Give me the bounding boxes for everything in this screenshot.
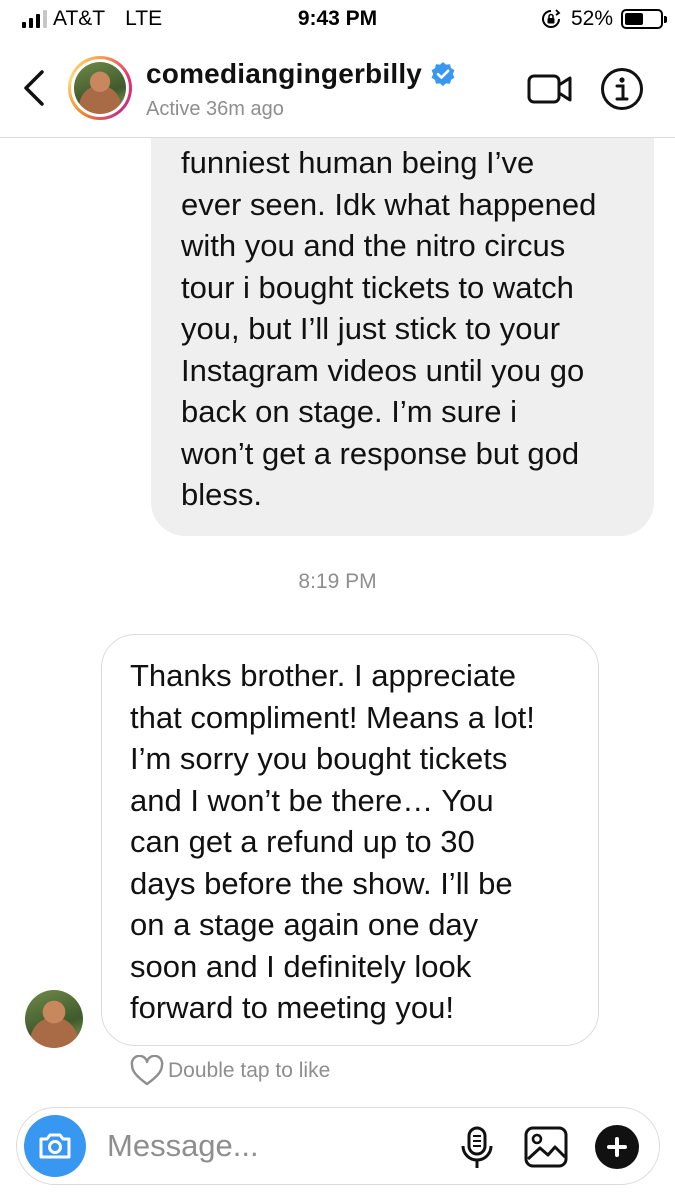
battery-percent: 52% <box>570 7 613 30</box>
username-row[interactable]: comediangingerbilly <box>146 58 456 90</box>
back-chevron-icon[interactable] <box>18 66 52 110</box>
sender-avatar[interactable] <box>25 990 83 1048</box>
status-right: 52% <box>541 7 667 31</box>
chat-header: comediangingerbilly Active 36m ago <box>0 40 675 138</box>
like-hint-label: Double tap to like <box>168 1059 331 1082</box>
message-input[interactable] <box>107 1126 437 1166</box>
profile-avatar[interactable] <box>68 56 132 120</box>
like-hint[interactable]: Double tap to like <box>130 1055 330 1087</box>
microphone-icon[interactable] <box>459 1126 495 1170</box>
camera-button[interactable] <box>24 1115 86 1177</box>
message-timestamp: 8:19 PM <box>298 570 377 593</box>
message-composer <box>16 1107 660 1185</box>
active-status: Active 36m ago <box>146 98 284 120</box>
camera-icon <box>39 1133 71 1159</box>
received-message-text: Thanks brother. I appreciate that compli… <box>130 658 535 1025</box>
info-icon[interactable] <box>600 67 644 111</box>
verified-badge-icon <box>431 62 455 86</box>
battery-icon <box>621 9 667 29</box>
status-bar: AT&T LTE 9:43 PM 52% <box>0 0 675 40</box>
plus-icon[interactable] <box>595 1125 639 1169</box>
video-camera-icon[interactable] <box>527 72 573 106</box>
received-message-bubble[interactable]: Thanks brother. I appreciate that compli… <box>101 634 599 1046</box>
sent-message-bubble[interactable]: funniest human being I’ve ever seen. Idk… <box>151 112 654 536</box>
sent-message-text: funniest human being I’ve ever seen. Idk… <box>181 145 597 512</box>
heart-icon[interactable] <box>130 1055 164 1087</box>
username[interactable]: comediangingerbilly <box>146 58 422 90</box>
rotation-lock-icon <box>542 9 561 28</box>
avatar-photo <box>74 62 126 114</box>
gallery-icon[interactable] <box>524 1126 568 1168</box>
